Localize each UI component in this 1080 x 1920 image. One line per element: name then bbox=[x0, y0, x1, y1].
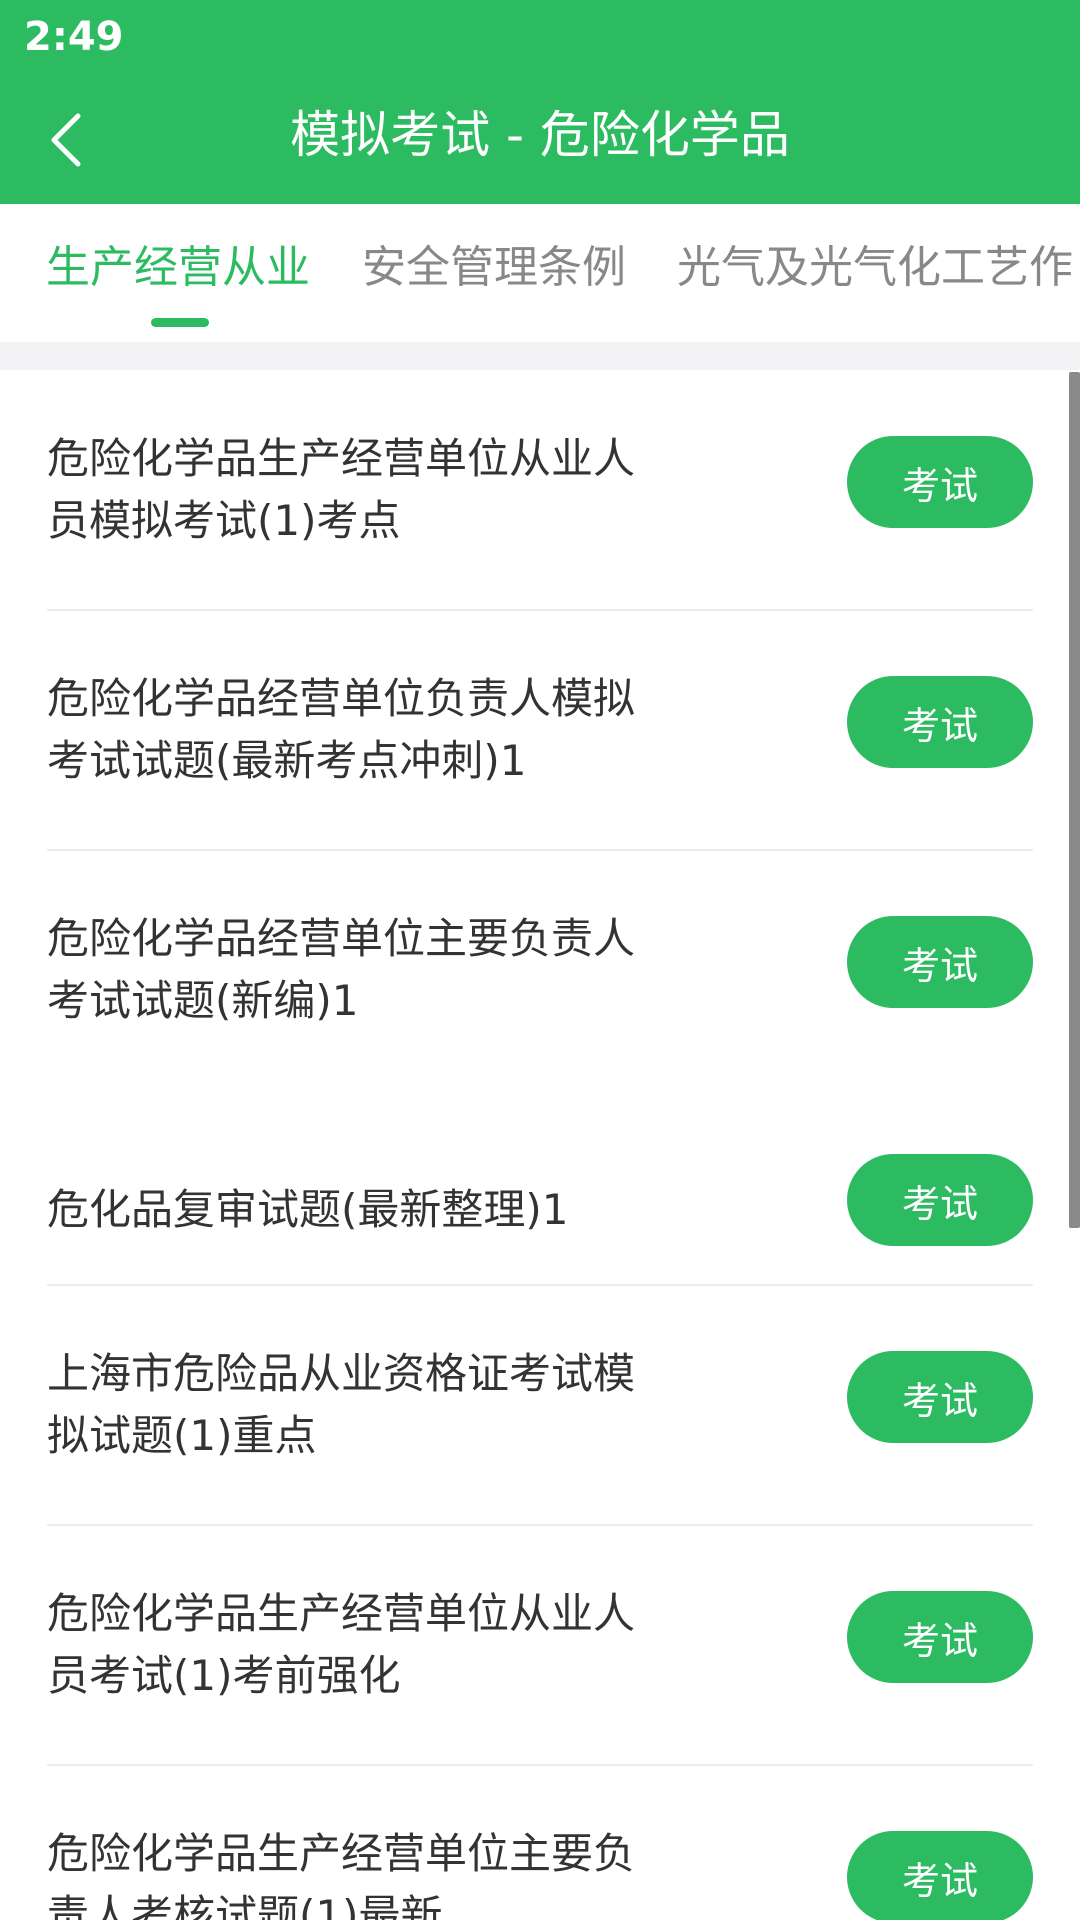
list-item: 危险化学品生产经营单位主要负责人考核试题(1)最新 考试 bbox=[0, 1765, 1080, 1920]
status-bar-time: 2:49 bbox=[24, 14, 124, 60]
start-exam-button[interactable]: 考试 bbox=[847, 436, 1033, 528]
scrollbar[interactable] bbox=[1069, 372, 1080, 1228]
list-item: 危险化学品经营单位负责人模拟考试试题(最新考点冲刺)1 考试 bbox=[0, 610, 1080, 850]
start-exam-button[interactable]: 考试 bbox=[847, 916, 1033, 1008]
exam-title: 危险化学品经营单位负责人模拟考试试题(最新考点冲刺)1 bbox=[47, 674, 636, 785]
list-item: 危险化学品经营单位主要负责人考试试题(新编)1 考试 bbox=[0, 850, 1080, 1090]
page-title: 模拟考试 - 危险化学品 bbox=[290, 106, 790, 164]
start-exam-button[interactable]: 考试 bbox=[847, 676, 1033, 768]
exam-list[interactable]: 危险化学品生产经营单位从业人员模拟考试(1)考点 考试 危险化学品经营单位负责人… bbox=[0, 370, 1080, 1920]
list-item: 上海市危险品从业资格证考试模拟试题(1)重点 考试 bbox=[0, 1285, 1080, 1525]
tab-safety-regulations[interactable]: 安全管理条例 bbox=[362, 234, 626, 302]
tab-divider bbox=[0, 342, 1080, 370]
start-exam-button[interactable]: 考试 bbox=[847, 1351, 1033, 1443]
exam-title: 上海市危险品从业资格证考试模拟试题(1)重点 bbox=[47, 1349, 636, 1460]
app-header: 2:49 模拟考试 - 危险化学品 bbox=[0, 0, 1080, 204]
start-exam-button[interactable]: 考试 bbox=[847, 1154, 1033, 1246]
tab-production-operation[interactable]: 生产经营从业 bbox=[46, 234, 310, 302]
start-exam-button[interactable]: 考试 bbox=[847, 1831, 1033, 1920]
exam-title: 危险化学品生产经营单位从业人员考试(1)考前强化 bbox=[47, 1589, 636, 1700]
tab-phosgene-process[interactable]: 光气及光气化工艺作 bbox=[677, 234, 1073, 302]
start-exam-button[interactable]: 考试 bbox=[847, 1591, 1033, 1683]
exam-title: 危险化学品经营单位主要负责人考试试题(新编)1 bbox=[47, 914, 636, 1025]
list-item: 危险化学品生产经营单位从业人员考试(1)考前强化 考试 bbox=[0, 1525, 1080, 1765]
active-tab-indicator bbox=[151, 318, 209, 327]
list-item: 危险化学品生产经营单位从业人员模拟考试(1)考点 考试 bbox=[0, 370, 1080, 610]
exam-title: 危险化学品生产经营单位从业人员模拟考试(1)考点 bbox=[47, 434, 636, 545]
exam-title: 危险化学品生产经营单位主要负责人考核试题(1)最新 bbox=[47, 1829, 636, 1920]
